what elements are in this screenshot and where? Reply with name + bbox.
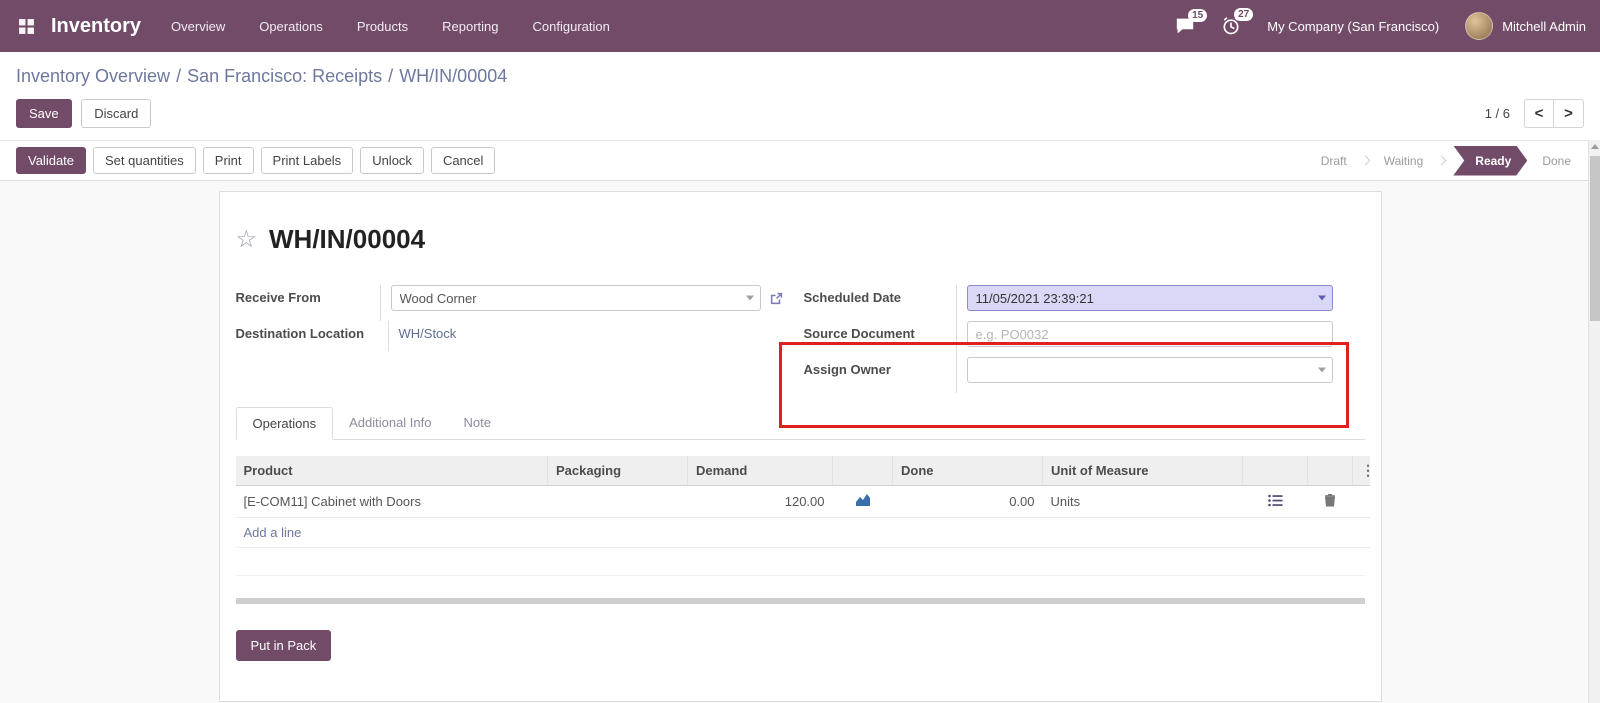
chevron-down-icon bbox=[1317, 295, 1326, 301]
user-menu[interactable]: Mitchell Admin bbox=[1502, 19, 1586, 34]
cell-product: [E-COM11] Cabinet with Doors bbox=[235, 485, 548, 518]
chevron-separator-icon bbox=[1436, 155, 1447, 166]
source-document-label: Source Document bbox=[803, 326, 915, 341]
table-row[interactable]: [E-COM11] Cabinet with Doors 120.00 0.00… bbox=[235, 485, 1370, 518]
activities-button[interactable]: 27 bbox=[1221, 8, 1254, 36]
receive-from-label: Receive From bbox=[235, 290, 321, 305]
cell-demand: 120.00 bbox=[687, 485, 833, 518]
source-document-input[interactable] bbox=[966, 321, 1333, 347]
menu-configuration[interactable]: Configuration bbox=[533, 19, 610, 34]
discard-button[interactable]: Discard bbox=[81, 99, 152, 128]
cell-packaging bbox=[547, 485, 688, 518]
column-delete bbox=[1307, 456, 1353, 486]
notebook-tabs: Operations Additional Info Note bbox=[235, 407, 1365, 440]
menu-products[interactable]: Products bbox=[357, 19, 408, 34]
main-menu: Overview Operations Products Reporting C… bbox=[171, 19, 644, 34]
statusbar: Validate Set quantities Print Print Labe… bbox=[0, 141, 1600, 181]
assign-owner-input[interactable] bbox=[966, 357, 1333, 383]
column-product[interactable]: Product bbox=[235, 456, 548, 486]
scrollbar-thumb[interactable] bbox=[1590, 156, 1600, 321]
form-sheet: ☆ WH/IN/00004 Receive From Wood Corner D… bbox=[218, 191, 1382, 702]
tab-operations[interactable]: Operations bbox=[235, 407, 334, 440]
save-button[interactable]: Save bbox=[16, 99, 72, 128]
form-view: ☆ WH/IN/00004 Receive From Wood Corner D… bbox=[0, 181, 1600, 702]
cell-done: 0.00 bbox=[892, 485, 1043, 518]
menu-overview[interactable]: Overview bbox=[171, 19, 225, 34]
apps-grid-icon[interactable] bbox=[14, 14, 39, 39]
favorite-star-icon[interactable]: ☆ bbox=[236, 227, 258, 252]
scheduled-date-input[interactable] bbox=[966, 285, 1333, 311]
record-title: WH/IN/00004 bbox=[269, 224, 426, 254]
breadcrumb-separator: / bbox=[388, 66, 394, 86]
scheduled-date-label: Scheduled Date bbox=[803, 290, 902, 305]
menu-operations[interactable]: Operations bbox=[259, 19, 323, 34]
empty-table-area bbox=[235, 548, 1365, 576]
tab-additional-info[interactable]: Additional Info bbox=[333, 407, 447, 440]
detailed-operations-list-icon[interactable] bbox=[1267, 494, 1283, 507]
destination-location-label: Destination Location bbox=[235, 326, 365, 341]
assign-owner-label: Assign Owner bbox=[803, 362, 891, 377]
receive-from-input[interactable] bbox=[390, 285, 761, 311]
column-demand[interactable]: Demand bbox=[687, 456, 833, 486]
column-done[interactable]: Done bbox=[892, 456, 1043, 486]
scroll-up-arrow-icon[interactable] bbox=[1590, 144, 1599, 149]
operations-table: Product Packaging Demand Done Unit of Me… bbox=[235, 456, 1375, 548]
put-in-pack-button[interactable]: Put in Pack bbox=[235, 630, 332, 661]
messages-badge: 15 bbox=[1188, 9, 1208, 22]
breadcrumb-receipts[interactable]: San Francisco: Receipts bbox=[187, 66, 382, 86]
set-quantities-button[interactable]: Set quantities bbox=[93, 147, 196, 174]
pager-next-button[interactable]: > bbox=[1554, 99, 1584, 128]
table-bottom-bar bbox=[235, 598, 1365, 604]
chevron-down-icon bbox=[745, 295, 754, 301]
tab-note[interactable]: Note bbox=[448, 407, 507, 440]
app-name[interactable]: Inventory bbox=[51, 15, 141, 38]
breadcrumb: Inventory Overview / San Francisco: Receip… bbox=[0, 52, 1600, 91]
messages-button[interactable]: 15 bbox=[1175, 9, 1208, 35]
pager: 1 / 6 < > bbox=[1485, 99, 1584, 128]
vertical-scrollbar[interactable] bbox=[1588, 140, 1600, 703]
kebab-menu-icon[interactable]: ⋮ bbox=[1361, 462, 1375, 479]
external-link-icon[interactable] bbox=[769, 291, 784, 306]
company-switcher[interactable]: My Company (San Francisco) bbox=[1267, 19, 1439, 34]
validate-button[interactable]: Validate bbox=[16, 147, 87, 174]
state-done[interactable]: Done bbox=[1529, 154, 1584, 168]
pager-previous-button[interactable]: < bbox=[1524, 99, 1554, 128]
chevron-left-icon: < bbox=[1534, 105, 1544, 122]
column-uom[interactable]: Unit of Measure bbox=[1042, 456, 1243, 486]
menu-reporting[interactable]: Reporting bbox=[442, 19, 498, 34]
table-header-row: Product Packaging Demand Done Unit of Me… bbox=[235, 456, 1375, 486]
status-pipeline: Draft Waiting Ready Done bbox=[1308, 146, 1584, 176]
user-avatar[interactable] bbox=[1465, 12, 1494, 40]
print-labels-button[interactable]: Print Labels bbox=[260, 147, 354, 174]
breadcrumb-separator: / bbox=[176, 66, 182, 86]
top-navbar: Inventory Overview Operations Products R… bbox=[0, 0, 1600, 52]
breadcrumb-current: WH/IN/00004 bbox=[399, 66, 508, 86]
state-waiting[interactable]: Waiting bbox=[1371, 154, 1437, 168]
chevron-down-icon bbox=[1317, 367, 1326, 373]
column-optional: ⋮ bbox=[1352, 456, 1375, 486]
control-panel: Inventory Overview / San Francisco: Receip… bbox=[0, 52, 1600, 141]
activities-badge: 27 bbox=[1234, 8, 1254, 21]
destination-location-value: WH/Stock bbox=[398, 326, 457, 341]
chevron-separator-icon bbox=[1360, 155, 1371, 166]
breadcrumb-inventory-overview[interactable]: Inventory Overview bbox=[16, 66, 170, 86]
print-button[interactable]: Print bbox=[202, 147, 254, 174]
forecast-chart-icon[interactable] bbox=[855, 493, 871, 507]
cancel-button[interactable]: Cancel bbox=[430, 147, 496, 174]
state-draft[interactable]: Draft bbox=[1308, 154, 1360, 168]
column-packaging[interactable]: Packaging bbox=[547, 456, 688, 486]
cell-uom: Units bbox=[1042, 485, 1243, 518]
add-a-line-link[interactable]: Add a line bbox=[244, 525, 302, 540]
state-ready-active[interactable]: Ready bbox=[1453, 146, 1527, 176]
chevron-right-icon: > bbox=[1564, 105, 1573, 122]
column-forecast bbox=[832, 456, 893, 486]
pager-count: 1 / 6 bbox=[1484, 106, 1510, 121]
trash-icon[interactable] bbox=[1324, 493, 1336, 507]
column-details bbox=[1242, 456, 1308, 486]
unlock-button[interactable]: Unlock bbox=[360, 147, 424, 174]
